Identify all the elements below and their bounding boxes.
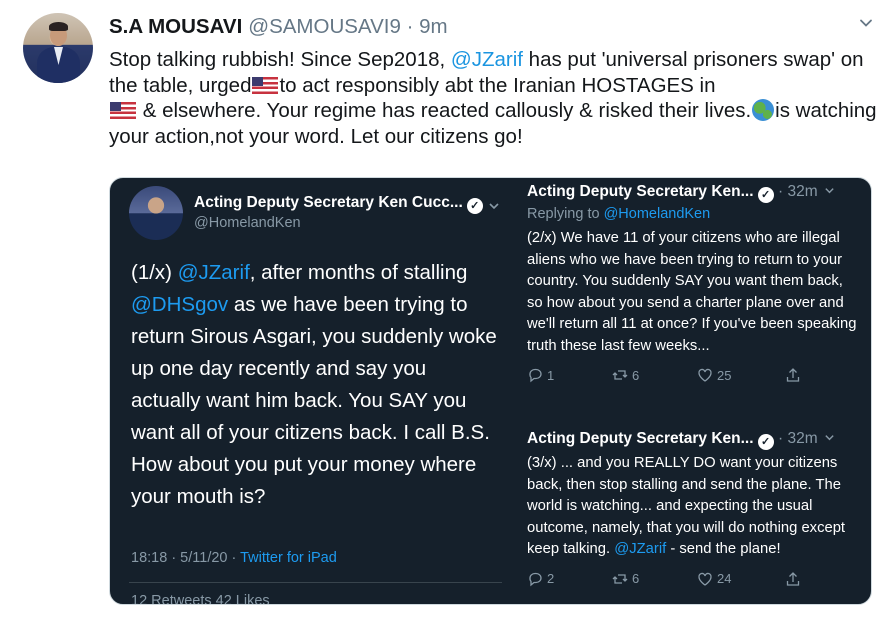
- embedded-tweet-stats: 12 Retweets 42 Likes: [131, 593, 270, 605]
- embedded-author-handle: @HomelandKen: [194, 215, 301, 231]
- mention-jzarif: @JZarif: [614, 541, 667, 557]
- verified-badge-icon: ✓: [757, 434, 774, 450]
- reply-body: (2/x) We have 11 of your citizens who ar…: [527, 230, 857, 354]
- us-flag-emoji: [110, 102, 136, 119]
- verified-badge-icon: ✓: [466, 198, 483, 214]
- reply-icon: [529, 368, 542, 383]
- heart-icon: [698, 572, 712, 586]
- retweet-action: 6: [612, 367, 639, 383]
- chevron-down-icon[interactable]: [859, 16, 873, 30]
- author-avatar[interactable]: [23, 13, 93, 83]
- author-handle[interactable]: @SAMOUSAVI9 · 9m: [248, 15, 447, 39]
- embedded-screenshot[interactable]: Acting Deputy Secretary Ken Cucc... ✓ @Ho…: [109, 177, 872, 605]
- embedded-tweet-meta: 18:18 · 5/11/20 · Twitter for iPad: [131, 550, 337, 566]
- share-icon: [786, 368, 800, 382]
- like-action: 24: [697, 571, 731, 587]
- verified-badge-icon: ✓: [757, 187, 774, 203]
- retweet-icon: [612, 573, 628, 584]
- share-action: [785, 367, 801, 383]
- author-name[interactable]: S.A MOUSAVI: [109, 15, 242, 39]
- reply-icon: [529, 572, 542, 586]
- reply-body: (3/x) ... and you REALLY DO want your ci…: [527, 455, 846, 557]
- mention-homelandken: @HomelandKen: [603, 206, 711, 222]
- embedded-tweet-main: Acting Deputy Secretary Ken Cucc... ✓ @Ho…: [110, 178, 514, 605]
- tweet-text: Stop talking rubbish! Since Sep2018, @JZ…: [109, 48, 877, 148]
- embedded-thread: Acting Deputy Secretary Ken... ✓ · 32m Re…: [514, 178, 871, 604]
- retweet-icon: [612, 370, 628, 380]
- embedded-avatar: [129, 186, 183, 240]
- tweet-header: S.A MOUSAVI @SAMOUSAVI9 · 9m: [109, 15, 448, 43]
- action-bar: 2 6 24: [527, 571, 862, 591]
- embedded-author-name: Acting Deputy Secretary Ken Cucc...: [194, 194, 463, 211]
- chevron-down-icon: [824, 188, 834, 194]
- reply-time: · 32m: [778, 430, 818, 447]
- thread-reply: Acting Deputy Secretary Ken... ✓ · 32m Re…: [527, 183, 862, 387]
- retweet-action: 6: [612, 571, 639, 587]
- mention-jzarif[interactable]: @JZarif: [451, 48, 523, 71]
- reply-time: · 32m: [778, 183, 818, 200]
- share-action: [785, 571, 801, 587]
- us-flag-emoji: [252, 76, 279, 94]
- tweet-time: 9m: [419, 15, 448, 38]
- thread-reply: Acting Deputy Secretary Ken... ✓ · 32m (3…: [527, 430, 862, 591]
- globe-emoji: [752, 99, 775, 121]
- like-action: 25: [697, 367, 731, 383]
- chevron-down-icon: [824, 435, 834, 441]
- mention-jzarif: @JZarif: [177, 261, 250, 284]
- reply-author-name: Acting Deputy Secretary Ken...: [527, 183, 754, 200]
- replying-to: Replying to @HomelandKen: [527, 206, 711, 222]
- reply-action: 1: [527, 367, 554, 383]
- chevron-down-icon: [489, 203, 499, 210]
- mention-dhsgov: @DHSgov: [131, 293, 229, 316]
- tweet-source: Twitter for iPad: [240, 550, 337, 566]
- divider: [129, 582, 502, 583]
- reply-action: 2: [527, 571, 554, 587]
- action-bar: 1 6 25: [527, 367, 862, 387]
- reply-author-name: Acting Deputy Secretary Ken...: [527, 430, 754, 447]
- embedded-tweet-body: (1/x) @JZarif, after months of stalling …: [131, 261, 497, 508]
- heart-icon: [698, 368, 712, 382]
- share-icon: [786, 571, 800, 586]
